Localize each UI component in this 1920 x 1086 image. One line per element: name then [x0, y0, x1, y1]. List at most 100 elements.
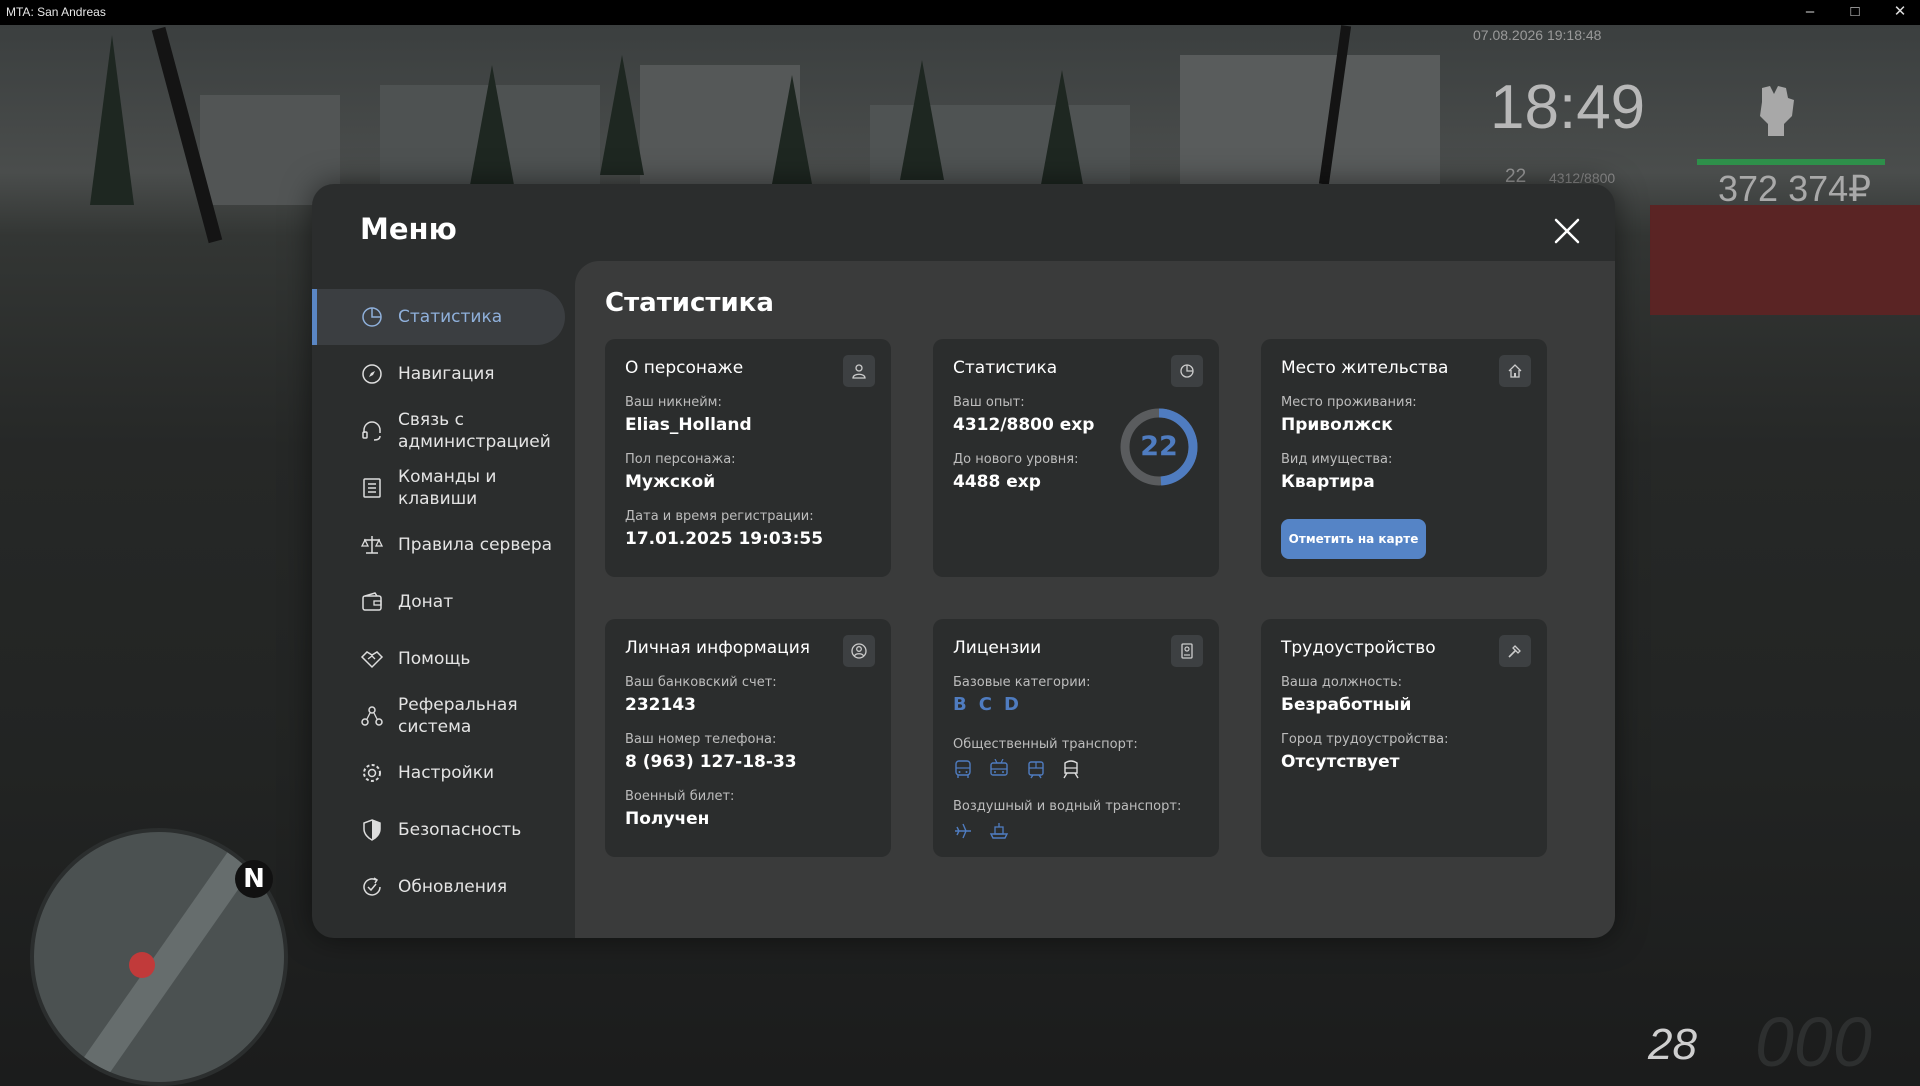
- sidebar-item-label: Настройки: [398, 763, 495, 783]
- referral-icon: [361, 706, 383, 726]
- base-categories-label: Базовые категории:: [953, 675, 1091, 690]
- sidebar-item-statistics[interactable]: Статистика: [312, 289, 565, 345]
- sidebar-item-label: Реферальная система: [398, 695, 518, 737]
- card-icon-button: [843, 355, 875, 387]
- update-icon: [363, 877, 381, 896]
- sidebar-item-label: Безопасность: [398, 820, 522, 840]
- card-residence: Место жительства Место проживания: Приво…: [1261, 339, 1547, 577]
- bank-label: Ваш банковский счет:: [625, 675, 777, 690]
- stats-pie-icon: [1180, 364, 1194, 378]
- license-card-icon: [1181, 643, 1193, 659]
- phone-label: Ваш номер телефона:: [625, 732, 777, 747]
- card-icon-button: [1171, 355, 1203, 387]
- handshake-icon: [360, 651, 384, 669]
- license-category-d: D: [1003, 694, 1019, 715]
- hammer-icon: [1508, 645, 1521, 658]
- sidebar-item-label: Обновления: [398, 877, 508, 897]
- hud-clock: 18:49: [1490, 73, 1646, 142]
- scales-icon: [360, 536, 384, 554]
- stats-pie-icon: [362, 307, 382, 327]
- plane-icon: [955, 823, 971, 839]
- base-categories: BCD: [953, 694, 1031, 715]
- sidebar-item-navigation[interactable]: Навигация: [312, 346, 565, 402]
- license-category-b: B: [953, 694, 967, 715]
- military-value: Получен: [625, 809, 710, 829]
- next-level-label: До нового уровня:: [953, 452, 1079, 467]
- sidebar-item-label: Статистика: [398, 307, 503, 327]
- tree: [770, 75, 814, 195]
- user-icon: [852, 364, 866, 379]
- property-label: Вид имущества:: [1281, 452, 1393, 467]
- active-indicator: [312, 289, 317, 345]
- sidebar-item-label: Правила сервера: [398, 535, 553, 555]
- gender-value: Мужской: [625, 472, 716, 492]
- hospital-marker-icon: [129, 952, 155, 978]
- sidebar-item-commands[interactable]: Команды и клавиши: [312, 460, 565, 516]
- sidebar-item-help[interactable]: Помощь: [312, 631, 565, 687]
- sidebar-item-rules[interactable]: Правила сервера: [312, 517, 565, 573]
- card-title: Личная информация: [625, 638, 811, 658]
- shield-icon: [363, 819, 381, 841]
- registration-value: 17.01.2025 19:03:55: [625, 529, 824, 549]
- wallet-icon: [362, 592, 382, 611]
- tree: [900, 60, 944, 180]
- red-wall: [1650, 205, 1920, 315]
- air-water-transport-label: Воздушный и водный транспорт:: [953, 799, 1182, 814]
- hud-health-bar: [1697, 159, 1885, 165]
- minimize-button[interactable]: –: [1796, 2, 1824, 22]
- menu-panel: Меню Статистика Навигация Связь с админи…: [312, 184, 1615, 938]
- boat-icon: [989, 823, 1009, 839]
- card-title: О персонаже: [625, 358, 744, 378]
- card-icon-button: [1499, 355, 1531, 387]
- sidebar-item-donate[interactable]: Донат: [312, 574, 565, 630]
- content-title: Статистика: [605, 288, 774, 318]
- sidebar-item-updates[interactable]: Обновления: [312, 859, 565, 915]
- card-statistics: Статистика Ваш опыт: 4312/8800 exp До но…: [933, 339, 1219, 577]
- position-label: Ваша должность:: [1281, 675, 1403, 690]
- map-road: [82, 846, 256, 1078]
- maximize-button[interactable]: □: [1841, 2, 1869, 22]
- card-icon-button: [843, 635, 875, 667]
- headset-icon: [362, 421, 381, 441]
- property-value: Квартира: [1281, 472, 1375, 492]
- bank-value: 232143: [625, 695, 696, 715]
- hud-datetime: 07.08.2026 19:18:48: [1473, 27, 1602, 43]
- public-transport-label: Общественный транспорт:: [953, 737, 1138, 752]
- sidebar-item-referral[interactable]: Реферальная система: [312, 688, 565, 744]
- fist-weapon-icon: [1760, 86, 1794, 136]
- registration-label: Дата и время регистрации:: [625, 509, 814, 524]
- user-circle-icon: [851, 643, 867, 659]
- sidebar-item-label: Навигация: [398, 364, 495, 384]
- window-close-button[interactable]: ✕: [1886, 2, 1914, 22]
- sidebar-item-label: Связь с администрацией: [398, 410, 551, 452]
- card-icon-button: [1499, 635, 1531, 667]
- card-character: О персонаже Ваш никнейм: Elias_Holland П…: [605, 339, 891, 577]
- hud-money: 372 374₽: [1718, 168, 1872, 209]
- mark-on-map-button[interactable]: Отметить на карте: [1281, 519, 1426, 559]
- speedometer-background: 000: [1755, 1003, 1872, 1081]
- train-icon: [1063, 760, 1079, 779]
- list-icon: [363, 478, 381, 498]
- trolleybus-icon: [990, 759, 1008, 776]
- exp-value: 4312/8800 exp: [953, 415, 1095, 435]
- sidebar-item-settings[interactable]: Настройки: [312, 745, 565, 801]
- sidebar-item-admin-contact[interactable]: Связь с администрацией: [312, 403, 565, 459]
- card-employment: Трудоустройство Ваша должность: Безработ…: [1261, 619, 1547, 857]
- window-title: MTA: San Andreas: [6, 5, 106, 19]
- menu-title: Меню: [360, 212, 457, 246]
- close-icon[interactable]: [1550, 214, 1584, 248]
- compass-icon: [362, 364, 382, 384]
- content-area: Статистика О персонаже Ваш никнейм: Elia…: [575, 261, 1615, 938]
- tree: [90, 35, 134, 205]
- house-icon: [1508, 364, 1522, 378]
- place-label: Место проживания:: [1281, 395, 1417, 410]
- sidebar-item-security[interactable]: Безопасность: [312, 802, 565, 858]
- sidebar-item-label: Помощь: [398, 649, 471, 669]
- sidebar-item-label: Донат: [398, 592, 454, 612]
- speedometer: 28: [1648, 1020, 1697, 1069]
- card-title: Трудоустройство: [1281, 638, 1436, 658]
- tree: [600, 55, 644, 175]
- nickname-value: Elias_Holland: [625, 415, 752, 435]
- card-personal-info: Личная информация Ваш банковский счет: 2…: [605, 619, 891, 857]
- gear-icon: [363, 764, 381, 782]
